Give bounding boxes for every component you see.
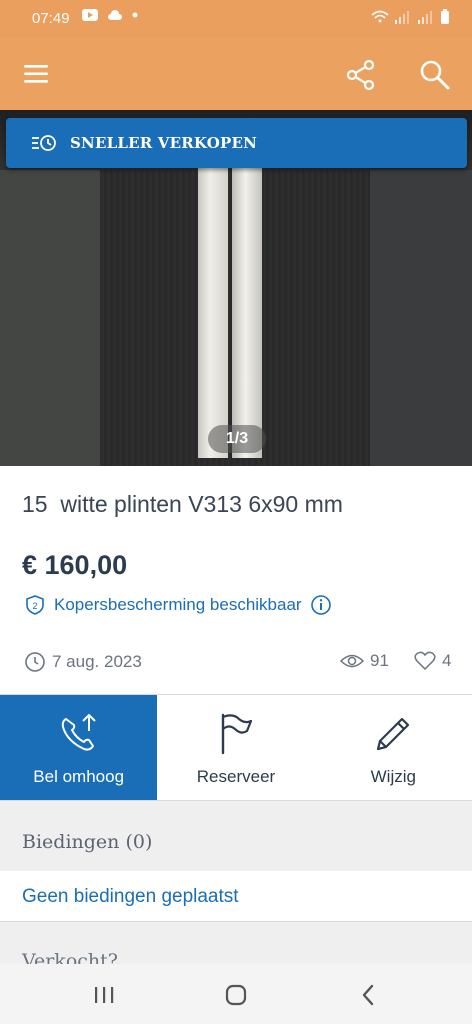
buyer-protection-label: Kopersbescherming beschikbaar [54,595,302,614]
photo-wall-left [0,170,100,466]
photo-skirting-board [198,168,228,458]
bids-empty-row: Geen biedingen geplaatst [0,871,472,921]
search-icon[interactable] [418,58,452,92]
boost-clock-icon [32,135,56,151]
phone-arrow-up-icon [61,713,96,751]
bids-heading: Biedingen (0) [22,831,153,853]
photo-wall-right [370,170,472,466]
back-icon[interactable] [356,982,382,1008]
sold-heading: Verkocht? [22,950,118,964]
flag-icon [221,713,253,755]
edit-label: Wijzig [370,767,416,786]
svg-text:2: 2 [32,601,37,611]
pencil-icon [377,717,410,751]
heart-icon [414,651,436,671]
listing-date-text: 7 aug. 2023 [52,652,142,671]
bids-section-header: Biedingen (0) [0,801,472,871]
info-icon[interactable] [310,594,332,616]
clock-icon [25,652,45,672]
sell-faster-button[interactable]: SNELLER VERKOPEN [6,118,467,168]
buyer-protection[interactable]: 2 Kopersbescherming beschikbaar [24,594,332,616]
bids-empty-text: Geen biedingen geplaatst [22,886,239,907]
sell-faster-label: SNELLER VERKOPEN [70,134,258,152]
listing-date: 7 aug. 2023 [24,651,142,673]
status-system-icons [371,9,450,25]
wifi-icon [371,10,389,23]
home-icon[interactable] [223,982,249,1008]
menu-icon[interactable] [22,60,52,88]
youtube-icon [82,9,98,21]
sold-section-header: Verkocht? [0,922,472,964]
status-notification-icons [82,9,138,21]
app-toolbar [0,38,472,110]
recent-apps-icon[interactable] [91,982,117,1008]
signal-icon-2 [418,11,432,24]
view-count-text: 91 [370,651,389,670]
system-navigation-bar [0,964,472,1024]
eye-icon [340,654,364,668]
signal-icon [395,11,409,24]
listing-price: € 160,00 [22,550,128,580]
reserve-label: Reserveer [196,767,276,786]
favorite-count[interactable]: 4 [414,651,451,671]
battery-icon [441,9,449,24]
shield-icon: 2 [26,595,44,615]
cloud-icon [108,9,122,20]
dot-icon [132,12,138,18]
reserve-button[interactable]: Reserveer [157,695,314,800]
view-count: 91 [340,651,389,671]
photo-skirting-board-2 [232,168,262,458]
favorite-count-text: 4 [442,651,452,670]
share-icon[interactable] [344,58,378,92]
photo-pager: 1/3 [208,425,266,453]
status-time: 07:49 [32,10,70,27]
status-bar: 07:49 [0,0,472,38]
action-bar: Bel omhoog Reserveer Wijzig [0,695,472,800]
edit-button[interactable]: Wijzig [315,695,472,800]
bump-button[interactable]: Bel omhoog [0,695,158,800]
listing-title: 15 witte plinten V313 6x90 mm [22,491,343,517]
bump-label: Bel omhoog [33,767,125,786]
